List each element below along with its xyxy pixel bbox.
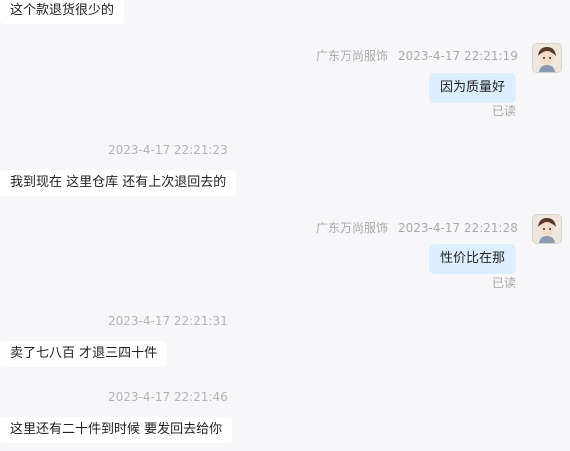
read-status: 已读 xyxy=(492,276,517,290)
read-status: 已读 xyxy=(492,104,517,118)
avatar[interactable] xyxy=(532,214,562,244)
message-timestamp: 2023-4-17 22:21:31 xyxy=(108,314,228,328)
message-text: 这里还有二十件到时候 要发回去给你 xyxy=(10,422,223,437)
message-timestamp: 2023-4-17 22:21:23 xyxy=(108,143,228,157)
avatar[interactable] xyxy=(532,43,562,73)
sender-name: 广东万尚服饰 xyxy=(316,221,389,235)
message-time: 2023-4-17 22:21:19 xyxy=(398,49,518,63)
message-text: 性价比在那 xyxy=(439,251,505,266)
message-meta-2: 广东万尚服饰 2023-4-17 22:21:19 xyxy=(316,47,518,64)
incoming-message-5: 卖了七八百 才退三四十件 xyxy=(0,341,168,367)
message-text: 这个款退货很少的 xyxy=(10,3,115,18)
message-text: 我到现在 这里仓库 还有上次退回去的 xyxy=(10,175,227,190)
incoming-message-1: 这个款退货很少的 xyxy=(0,0,125,24)
message-meta-4: 广东万尚服饰 2023-4-17 22:21:28 xyxy=(316,219,518,236)
message-time: 2023-4-17 22:21:28 xyxy=(398,221,518,235)
outgoing-message-4: 性价比在那 xyxy=(428,244,516,274)
avatar-icon xyxy=(533,44,561,72)
sender-name: 广东万尚服饰 xyxy=(316,49,389,63)
message-text: 因为质量好 xyxy=(439,80,505,95)
outgoing-message-2: 因为质量好 xyxy=(428,73,516,103)
incoming-message-3: 我到现在 这里仓库 还有上次退回去的 xyxy=(0,170,237,196)
avatar-icon xyxy=(533,215,561,243)
message-text: 卖了七八百 才退三四十件 xyxy=(10,346,158,361)
incoming-message-6: 这里还有二十件到时候 要发回去给你 xyxy=(0,417,233,443)
message-timestamp: 2023-4-17 22:21:46 xyxy=(108,390,228,404)
